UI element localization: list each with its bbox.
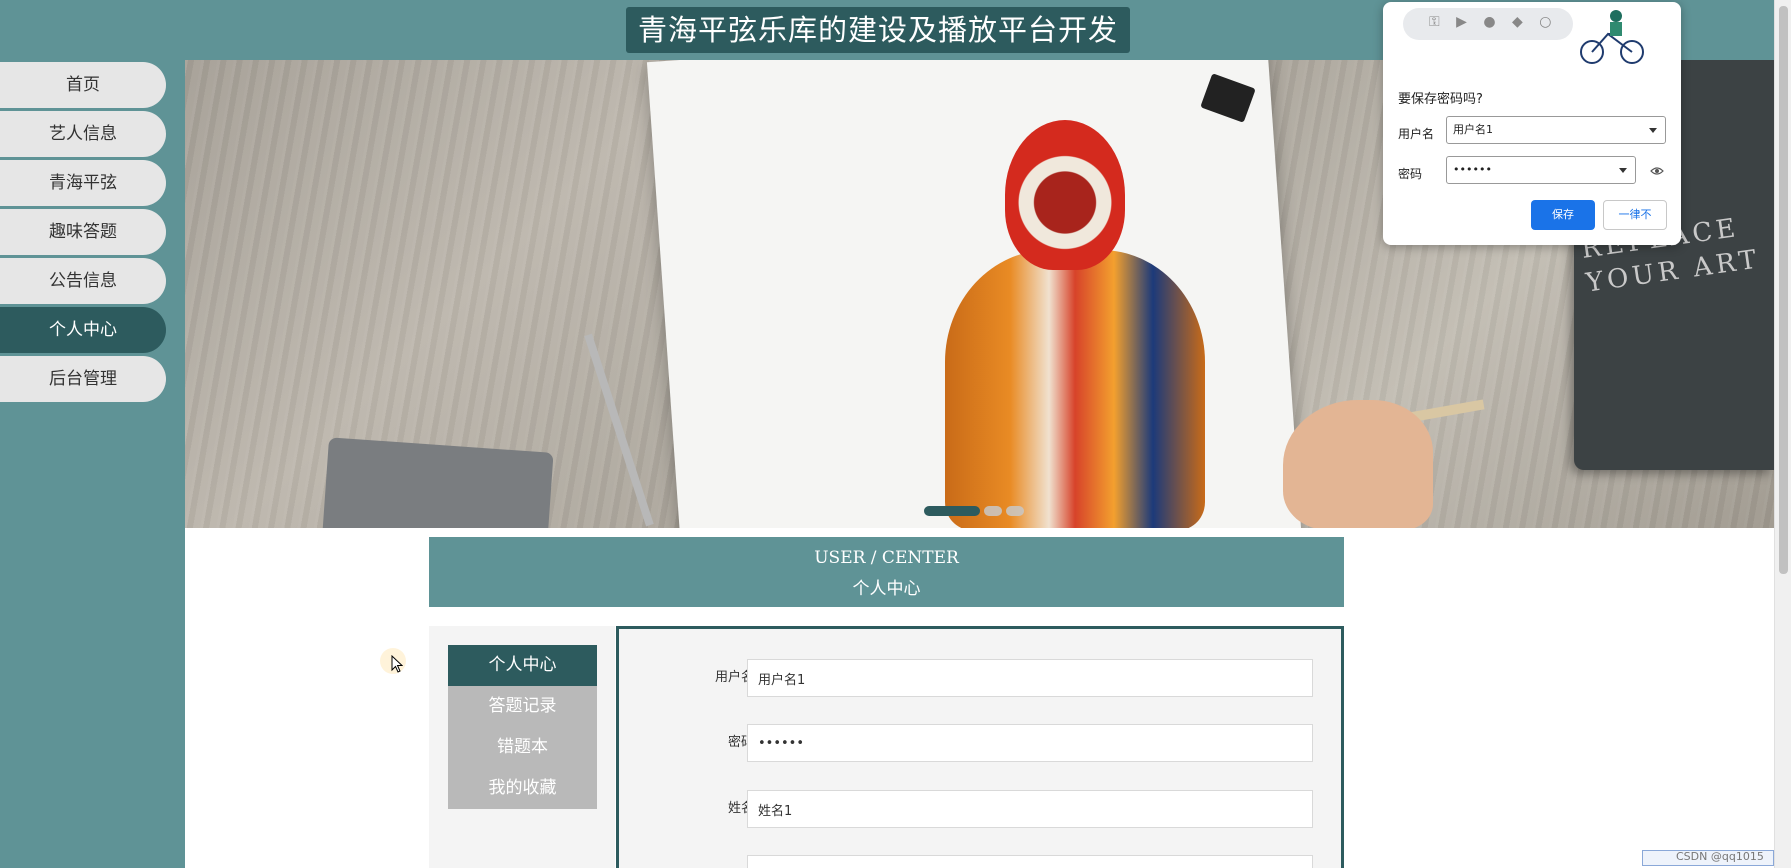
password-input[interactable]: [747, 724, 1313, 762]
form-row-username: 用户名: [619, 659, 1341, 697]
popup-username-value: 用户名1: [1453, 123, 1493, 136]
save-password-button[interactable]: 保存: [1531, 200, 1595, 230]
section-title-cn: 个人中心: [852, 579, 921, 599]
form-row-password: 密码: [619, 724, 1341, 762]
opera-figure-body-image: [945, 250, 1205, 528]
popup-password-select[interactable]: ••••••: [1446, 156, 1636, 184]
never-save-button[interactable]: 一律不: [1603, 200, 1667, 230]
menu-wrong-answers[interactable]: 错题本: [448, 727, 597, 768]
hand-image: [1283, 400, 1433, 528]
nav-home[interactable]: 首页: [0, 62, 166, 108]
bicycle-illustration-icon: [1580, 10, 1644, 64]
popup-username-label: 用户名: [1398, 127, 1435, 141]
eye-icon[interactable]: [1650, 166, 1664, 176]
chevron-down-icon: [1649, 128, 1657, 133]
mouse-cursor-icon: [391, 655, 403, 673]
pencil-tray-image: [321, 437, 554, 528]
carousel-dot-3[interactable]: [1006, 505, 1024, 516]
carousel-dot-1[interactable]: [924, 505, 980, 516]
section-header: USER / CENTER 个人中心: [429, 537, 1344, 607]
watermark-text: CSDN @qq1015: [1676, 850, 1764, 863]
name-label: 姓名: [727, 801, 754, 816]
watermark: CSDN @qq1015: [1642, 849, 1774, 867]
popup-username-select[interactable]: 用户名1: [1446, 116, 1666, 144]
nav-announcements[interactable]: 公告信息: [0, 258, 166, 304]
save-password-dialog: ⚿ ▶ ● ◆ ○ 要保存密码吗? 用户名 用户名1 密码 •••••• 保存 …: [1383, 2, 1681, 245]
user-side-menu: 个人中心 答题记录 错题本 我的收藏: [448, 645, 597, 809]
carousel-dot-2[interactable]: [984, 505, 1002, 516]
scrollbar-thumb[interactable]: [1779, 6, 1788, 574]
nav-qinghai-pingxian[interactable]: 青海平弦: [0, 160, 166, 206]
sidebar: 首页 艺人信息 青海平弦 趣味答题 公告信息 个人中心 后台管理: [0, 60, 185, 868]
username-label: 用户名: [714, 670, 754, 685]
profile-form: 用户名 密码 姓名: [616, 626, 1344, 868]
menu-quiz-records[interactable]: 答题记录: [448, 686, 597, 727]
save-password-title: 要保存密码吗?: [1398, 92, 1483, 107]
page-scrollbar[interactable]: [1774, 0, 1791, 868]
nav-personal-center[interactable]: 个人中心: [0, 307, 166, 353]
next-field-input[interactable]: [747, 855, 1313, 868]
key-icon: ⚿ ▶ ● ◆ ○: [1429, 14, 1558, 30]
nav-artist-info[interactable]: 艺人信息: [0, 111, 166, 157]
nav-fun-quiz[interactable]: 趣味答题: [0, 209, 166, 255]
chevron-down-icon: [1619, 168, 1627, 173]
popup-password-label: 密码: [1398, 167, 1423, 181]
carousel-indicators: [924, 500, 1028, 516]
form-row-next: [619, 855, 1341, 868]
section-title-en: USER / CENTER: [814, 548, 959, 568]
nav-admin[interactable]: 后台管理: [0, 356, 166, 402]
opera-figure-head-image: [1005, 120, 1125, 270]
form-row-name: 姓名: [619, 790, 1341, 828]
name-input[interactable]: [747, 790, 1313, 828]
menu-my-favorites[interactable]: 我的收藏: [448, 768, 597, 809]
popup-password-value: ••••••: [1453, 163, 1492, 176]
username-input[interactable]: [747, 659, 1313, 697]
password-label: 密码: [727, 735, 754, 750]
menu-personal-center[interactable]: 个人中心: [448, 645, 597, 686]
site-title: 青海平弦乐库的建设及播放平台开发: [626, 7, 1130, 53]
